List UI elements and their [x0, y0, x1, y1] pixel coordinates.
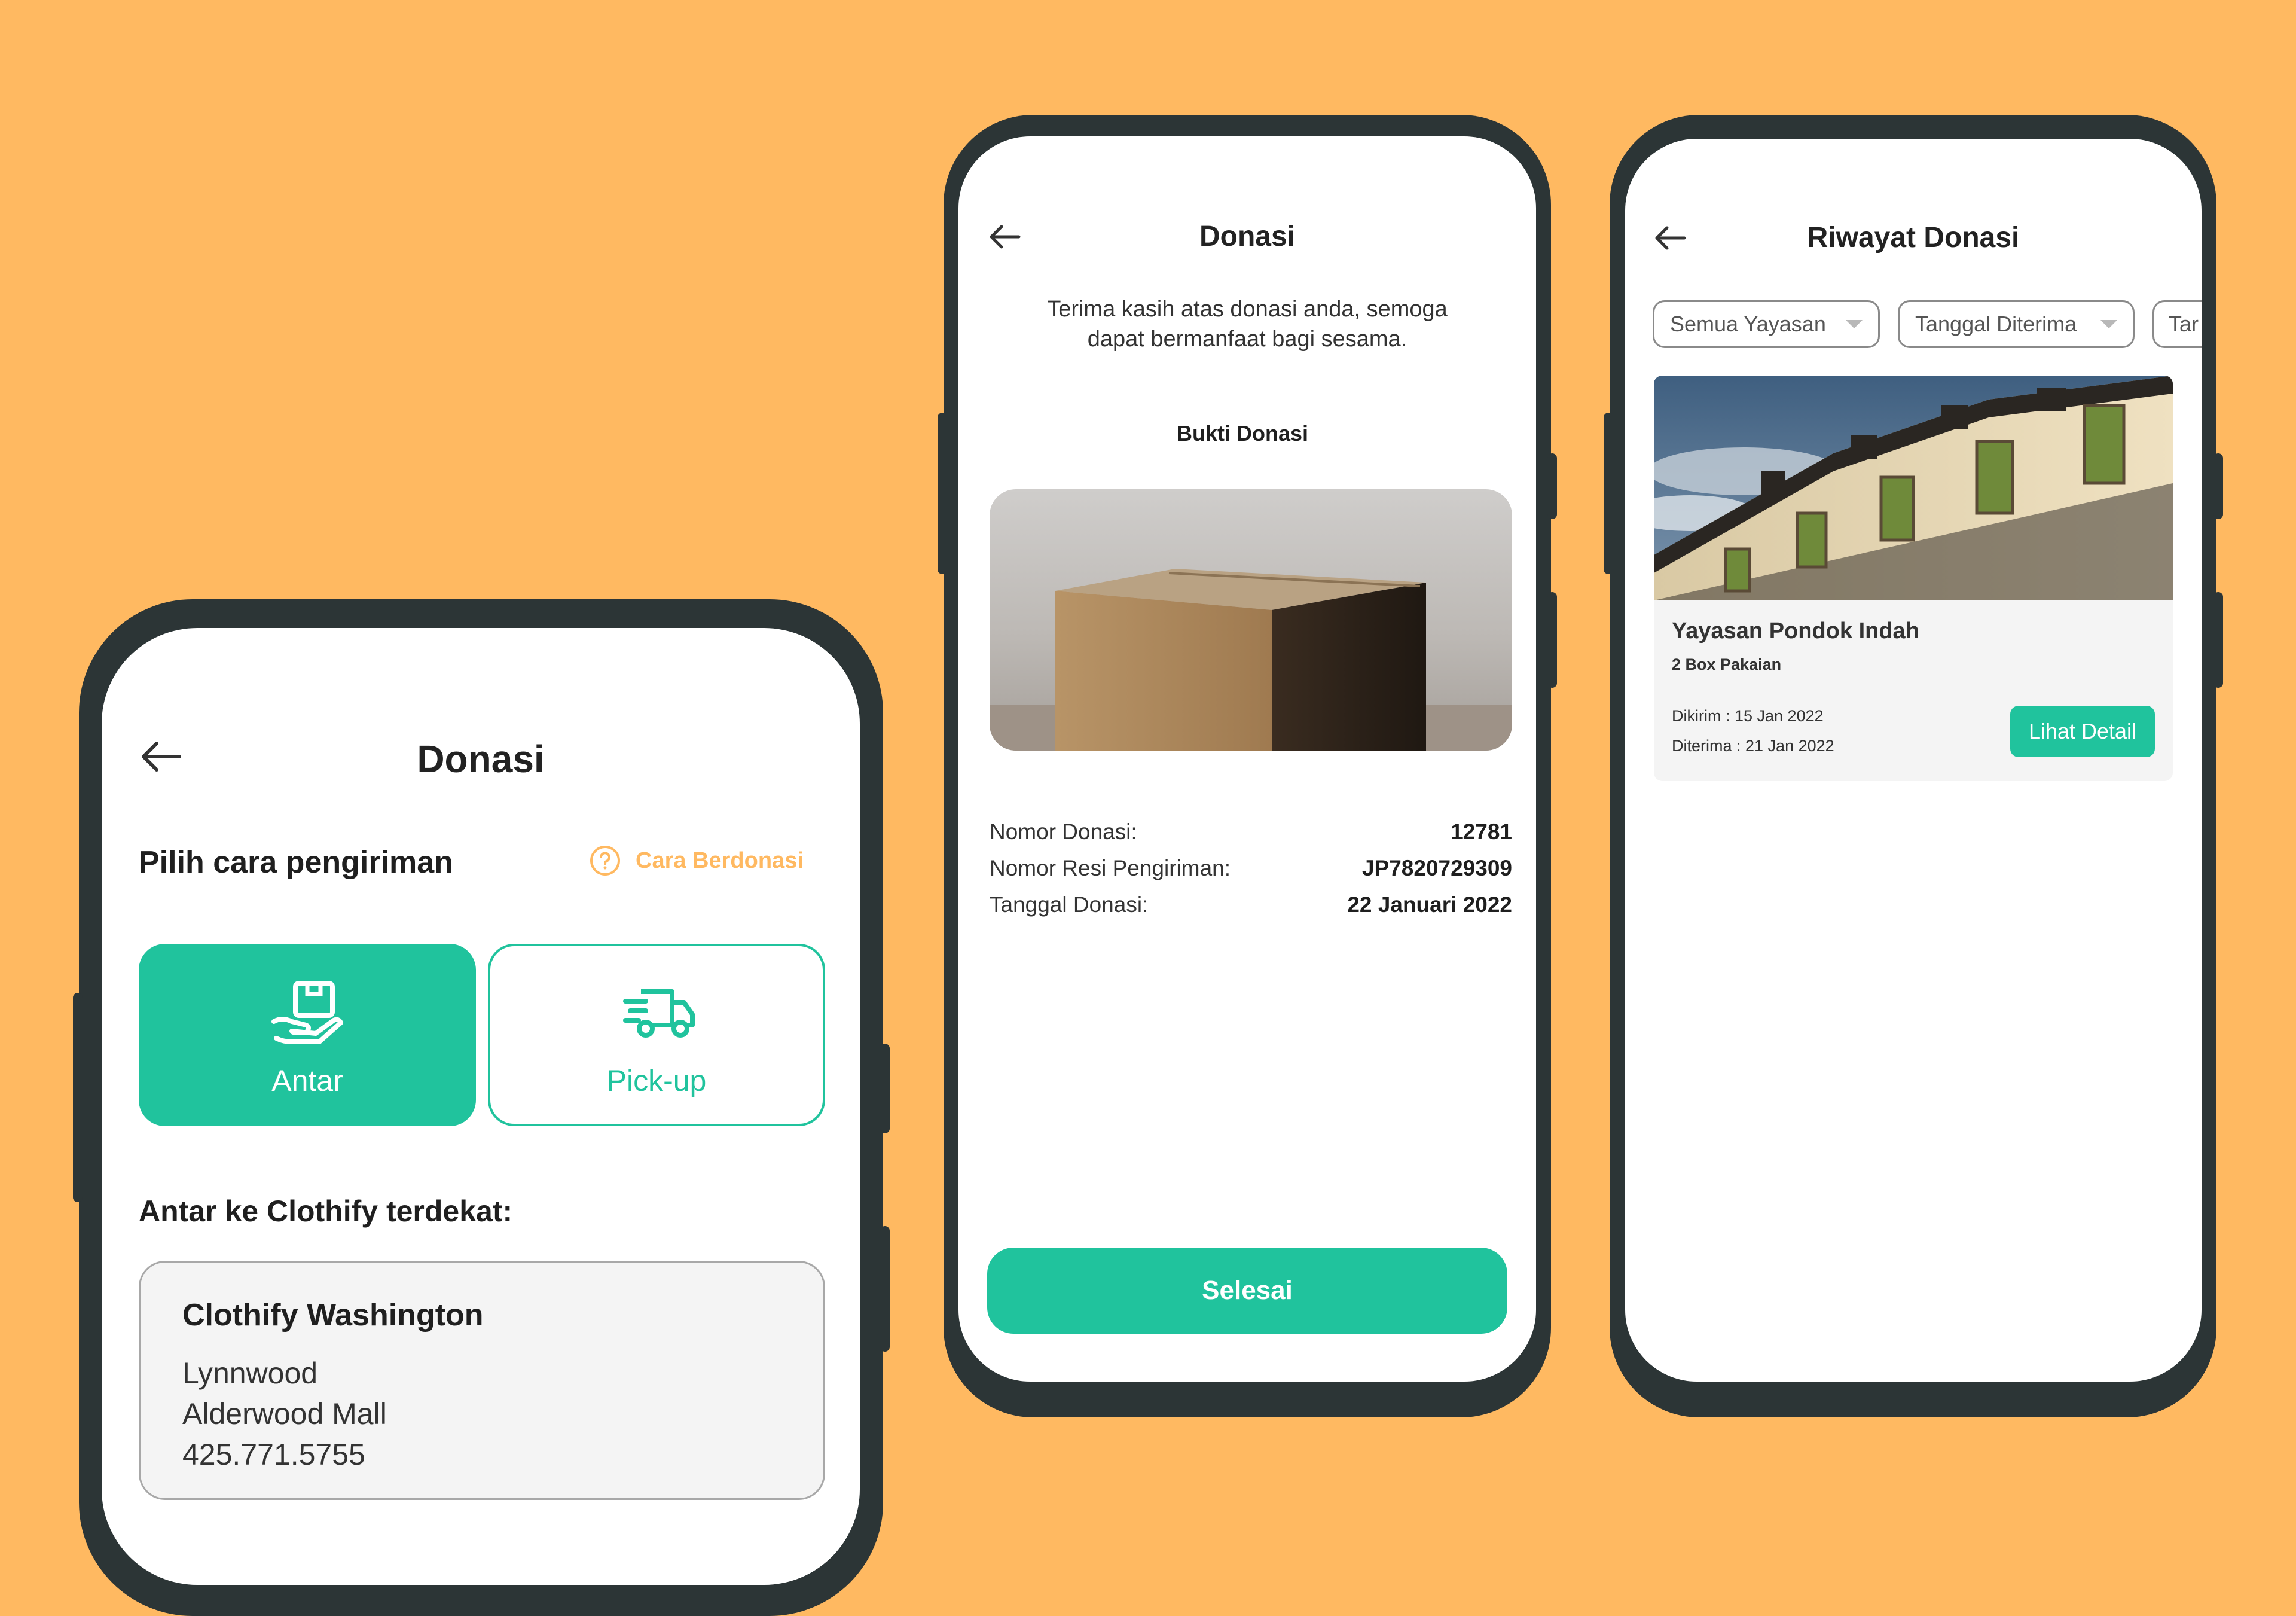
phone-side-button [2213, 592, 2223, 688]
section-title: Pilih cara pengiriman [139, 845, 453, 880]
store-card[interactable]: Clothify Washington Lynnwood Alderwood M… [139, 1261, 825, 1500]
help-link[interactable]: Cara Berdonasi [589, 844, 804, 877]
option-antar-label: Antar [271, 1064, 343, 1097]
filter-foundation-dropdown[interactable]: Semua Yayasan [1653, 300, 1880, 348]
sent-date: Dikirim : 15 Jan 2022 [1672, 707, 1824, 725]
donation-history-card[interactable]: Yayasan Pondok Indah 2 Box Pakaian Dikir… [1654, 376, 2173, 781]
detail-label-shipping-receipt: Nomor Resi Pengiriman: [990, 856, 1231, 880]
thanks-message-line2: dapat bermanfaat bagi sesama. [1087, 327, 1407, 352]
delivery-truck-icon [623, 989, 695, 1038]
phone-side-button [880, 1044, 890, 1133]
filter-received-date-label: Tanggal Diterima [1915, 312, 2077, 336]
store-phone: 425.771.5755 [182, 1438, 365, 1471]
question-circle-icon [590, 846, 620, 876]
phone-side-button [1547, 592, 1557, 688]
filter-received-date-dropdown[interactable]: Tanggal Diterima [1898, 300, 2135, 348]
detail-value-donation-number: 12781 [1451, 819, 1512, 844]
foundation-name: Yayasan Pondok Indah [1672, 618, 1919, 644]
store-address-line2: Alderwood Mall [182, 1397, 387, 1431]
detail-label-donation-date: Tanggal Donasi: [990, 892, 1149, 917]
view-detail-button-label: Lihat Detail [2028, 719, 2137, 743]
filter-extra-label: Tar [2169, 312, 2199, 336]
phone-side-button [1547, 453, 1557, 519]
detail-value-donation-date: 22 Januari 2022 [1347, 892, 1512, 917]
phone-side-button [2213, 453, 2223, 519]
proof-title: Bukti Donasi [1176, 421, 1309, 446]
view-detail-button[interactable]: Lihat Detail [2010, 706, 2155, 757]
filter-extra-dropdown[interactable]: Tar [2152, 300, 2202, 348]
phone-screen-left: Donasi Pilih cara pengiriman Cara Berdon… [102, 628, 860, 1585]
hand-box-icon [271, 981, 343, 1044]
page-title: Donasi [1199, 221, 1296, 252]
donation-proof-photo [990, 489, 1512, 751]
page-title: Riwayat Donasi [1807, 222, 2020, 254]
donation-items: 2 Box Pakaian [1672, 655, 1782, 673]
detail-label-donation-number: Nomor Donasi: [990, 819, 1137, 844]
filter-foundation-label: Semua Yayasan [1670, 312, 1826, 336]
phone-screen-middle: Donasi Terima kasih atas donasi anda, se… [958, 136, 1536, 1382]
store-name: Clothify Washington [182, 1298, 484, 1333]
option-antar-button[interactable]: Antar [139, 944, 476, 1126]
chevron-down-icon [2100, 320, 2117, 328]
page-title: Donasi [417, 737, 545, 780]
phone-side-button [73, 993, 83, 1202]
store-address-line1: Lynnwood [182, 1356, 318, 1390]
finish-button-label: Selesai [1202, 1276, 1293, 1305]
detail-value-shipping-receipt: JP7820729309 [1361, 856, 1512, 880]
phone-screen-right: Riwayat Donasi Semua Yayasan Tanggal Dit… [1625, 139, 2202, 1382]
option-pickup-label: Pick-up [606, 1064, 707, 1097]
option-pickup-button[interactable]: Pick-up [488, 944, 825, 1126]
help-link-label: Cara Berdonasi [636, 847, 804, 873]
phone-side-button [938, 413, 947, 574]
received-date: Diterima : 21 Jan 2022 [1672, 737, 1834, 755]
foundation-building-photo [1654, 376, 2173, 600]
phone-side-button [880, 1226, 890, 1352]
finish-button[interactable]: Selesai [987, 1248, 1507, 1334]
chevron-down-icon [1846, 320, 1863, 328]
nearest-store-title: Antar ke Clothify terdekat: [139, 1194, 513, 1228]
thanks-message-line1: Terima kasih atas donasi anda, semoga [1047, 297, 1448, 322]
phone-side-button [1604, 413, 1613, 574]
